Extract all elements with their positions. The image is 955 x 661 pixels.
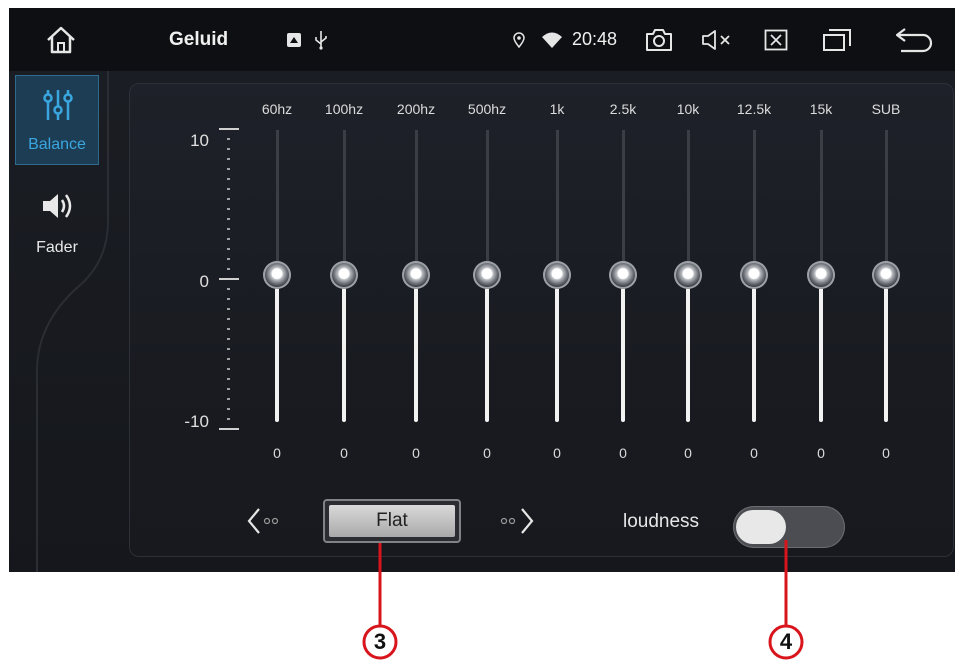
callout-number-3: 3 xyxy=(373,629,387,654)
callout-annotations xyxy=(362,540,804,660)
callout-number-4: 4 xyxy=(779,629,793,654)
